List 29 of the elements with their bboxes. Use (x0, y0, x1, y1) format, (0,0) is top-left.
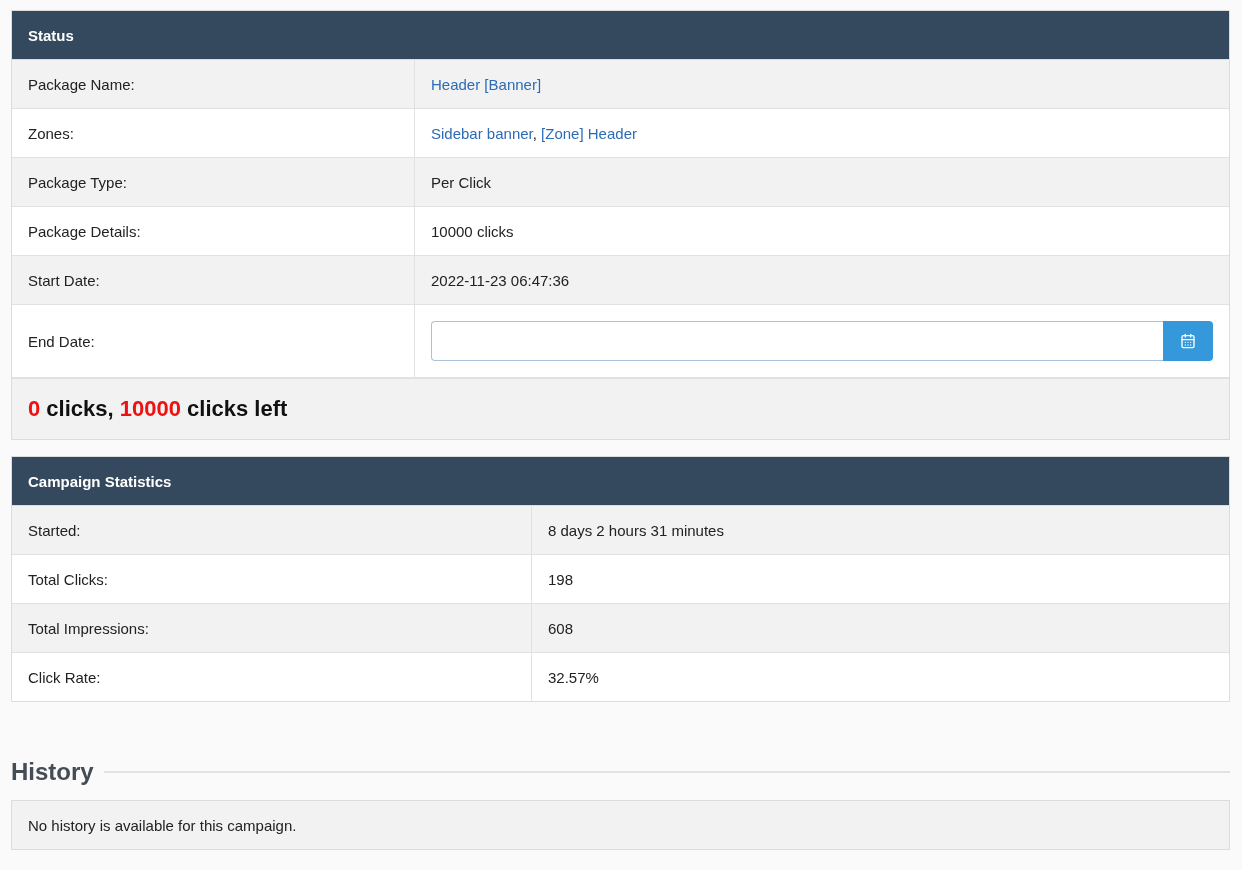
field-value: 32.57% (548, 668, 599, 686)
field-label: Zones: (28, 124, 74, 142)
field-label: Total Impressions: (28, 619, 149, 637)
calendar-icon (1180, 333, 1196, 349)
field-value: Per Click (431, 173, 491, 191)
separator-text: , (532, 124, 537, 142)
field-value: 10000 clicks (431, 222, 514, 240)
link[interactable]: Sidebar banner (431, 124, 533, 142)
clicks-summary: 0 clicks, 10000 clicks left (28, 396, 288, 422)
field-label: Package Type: (28, 173, 127, 191)
link[interactable]: Header [Banner] (431, 75, 542, 93)
section-title: History (11, 758, 94, 786)
field-label: End Date: (28, 332, 95, 350)
field-label: Package Name: (28, 75, 135, 93)
field-value: 2022-11-23 06:47:36 (431, 271, 570, 289)
field-value: 608 (548, 619, 574, 637)
field-label: Total Clicks: (28, 570, 109, 588)
panel-title: Campaign Statistics (12, 457, 1229, 506)
date-input-field[interactable] (431, 321, 1163, 361)
field-label: Start Date: (28, 271, 100, 289)
field-value: 198 (548, 570, 574, 588)
history-message: No history is available for this campaign. (11, 800, 1230, 850)
panel-title: Status (12, 11, 1229, 60)
date-picker-button[interactable] (1163, 321, 1213, 361)
link[interactable]: [Zone] Header (541, 124, 637, 142)
field-label: Started: (28, 521, 81, 539)
field-label: Package Details: (28, 222, 141, 240)
field-value: 8 days 2 hours 31 minutes (548, 521, 724, 539)
field-label: Click Rate: (28, 668, 101, 686)
